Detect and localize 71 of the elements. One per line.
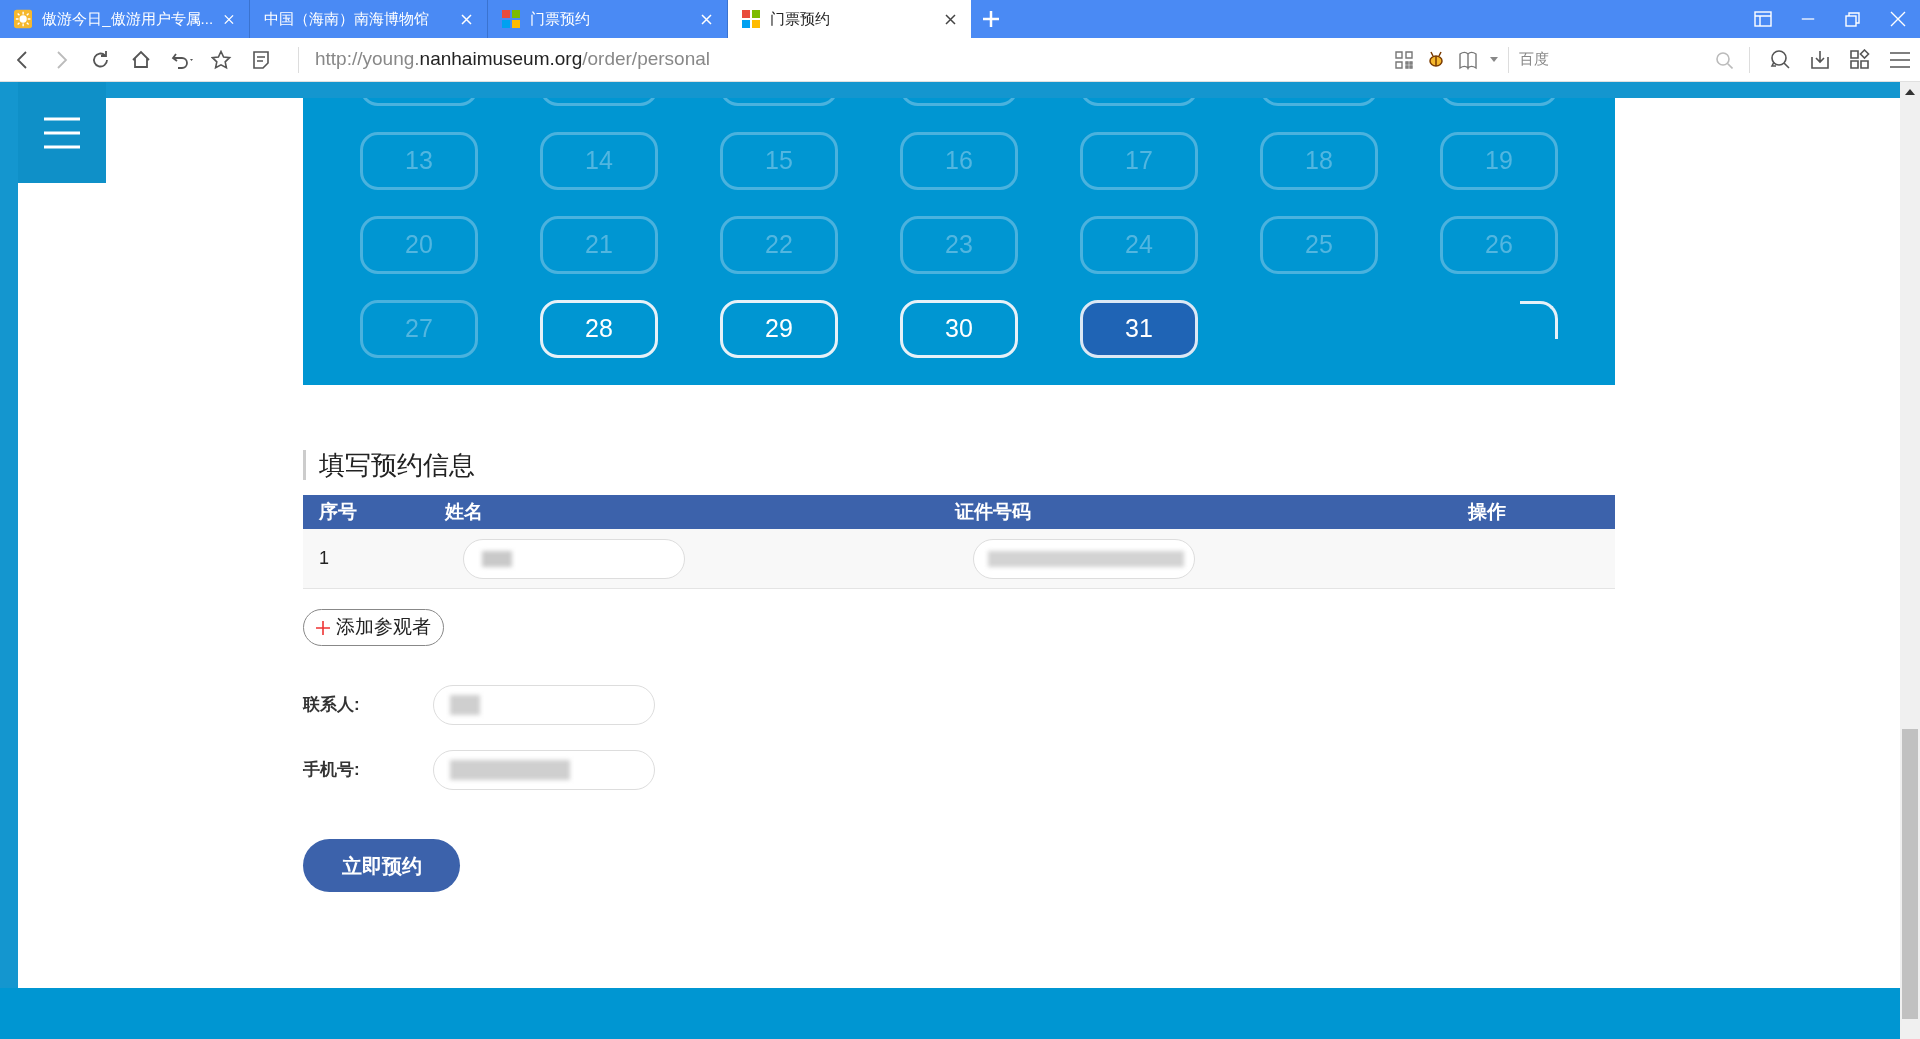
name-field[interactable] [463,538,685,579]
day-button: 15 [720,132,838,190]
close-icon [944,12,957,26]
day-button: 17 [1080,132,1198,190]
field-label: 联系人: [303,694,361,717]
search-history-icon [1769,48,1791,71]
layout-icon [1753,11,1772,27]
day-button[interactable]: 29 [720,300,838,358]
day-button-edge [1520,301,1558,339]
submit-button[interactable]: 立即预约 [303,839,460,892]
day-button: 27 [360,300,478,358]
day-button: 19 [1440,132,1558,190]
book-icon [1458,49,1478,70]
restore-icon [1843,11,1862,27]
tiles-icon [502,10,520,28]
redacted-value [450,695,480,715]
plus-icon [316,620,330,635]
tab-title: 傲游今日_傲游用户专属... [42,8,214,29]
section-title: 填写预约信息 [319,448,475,482]
search-icon [1715,50,1733,69]
input-field[interactable] [433,750,655,790]
menu-icon [43,116,81,149]
day-button: 18 [1260,132,1378,190]
day-button[interactable]: 30 [900,300,1018,358]
scroll-up-icon [1905,88,1915,96]
day-button: 26 [1440,216,1558,274]
day-button[interactable]: 28 [540,300,658,358]
column-header: 操作 [1468,499,1506,524]
close-icon [700,12,713,26]
day-button[interactable]: 31 [1080,300,1198,358]
star-icon [211,49,233,70]
bee-icon [1426,49,1446,70]
input-field[interactable] [433,685,655,725]
close-icon [460,12,473,26]
column-header: 证件号码 [955,499,1032,524]
day-button: 20 [360,216,478,274]
day-button: 14 [540,132,658,190]
address-field[interactable]: http://young.nanhaimuseum.org/order/personal [315,45,711,74]
scroll-thumb[interactable] [1902,729,1918,1019]
field-label: 手机号: [303,759,361,782]
day-button: 22 [720,216,838,274]
close-icon [1888,11,1907,27]
table-cell-text: 1 [318,547,330,570]
tab-title: 中国（海南）南海博物馆 [264,8,430,29]
search-field[interactable]: 百度 [1519,48,1715,71]
sun-icon [14,9,33,29]
id-number-field[interactable] [973,538,1195,579]
menu-button[interactable] [18,82,106,183]
minimize-icon [1799,18,1816,20]
tab-title: 门票预约 [530,8,591,29]
caret-icon [1490,57,1498,62]
column-header: 序号 [318,499,358,524]
browser-tab[interactable]: 门票预约 [728,0,971,38]
forward-icon [56,50,68,69]
close-icon [223,12,235,26]
tab-title: 门票预约 [770,8,831,29]
qr-code-icon [1394,49,1414,70]
apps-icon [1849,48,1871,71]
day-button: 25 [1260,216,1378,274]
column-header: 姓名 [445,499,484,524]
back-icon [16,50,28,69]
day-button: 23 [900,216,1018,274]
scrollbar[interactable] [1900,82,1920,1039]
plus-icon [983,11,999,27]
day-button: 21 [540,216,658,274]
tiles-icon [742,10,760,28]
day-button: 24 [1080,216,1198,274]
day-button: 13 [360,132,478,190]
day-button: 16 [900,132,1018,190]
redacted-value [482,550,512,567]
download-icon [1809,48,1831,71]
